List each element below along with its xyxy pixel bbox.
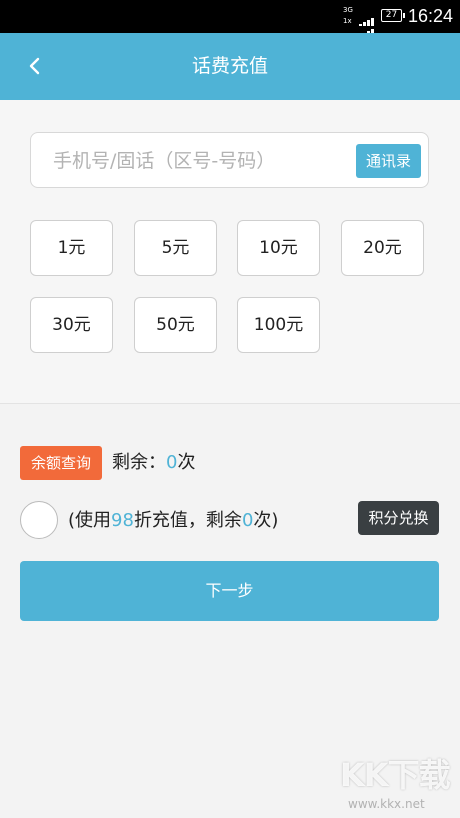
discount-mid: 折充值，剩余 [133, 510, 242, 531]
amount-option-100[interactable]: 100元 [237, 297, 320, 353]
amount-option-50[interactable]: 50元 [134, 297, 217, 353]
phone-input-box: 通讯录 [30, 132, 429, 188]
watermark-url: www.kkx.net [348, 797, 425, 811]
remaining-count: 0 [166, 452, 178, 473]
remaining-suffix: 次 [177, 452, 196, 473]
watermark-logo: KK下载 [340, 756, 451, 794]
points-exchange-button[interactable]: 积分兑换 [358, 501, 439, 535]
phone-number-input[interactable] [51, 143, 355, 179]
back-button[interactable] [20, 51, 50, 81]
watermark: KK下载 www.kkx.net [340, 755, 460, 818]
page-title: 话费充值 [191, 55, 268, 77]
next-step-button[interactable]: 下一步 [20, 561, 439, 621]
discount-rate: 98 [111, 510, 134, 531]
amount-option-30[interactable]: 30元 [30, 297, 113, 353]
amount-option-1[interactable]: 1元 [30, 220, 113, 276]
amount-option-10[interactable]: 10元 [237, 220, 320, 276]
discount-text: (使用98折充值，剩余0次) [68, 504, 278, 538]
network-type-label: 3G [343, 6, 353, 14]
remaining-count-text: 剩余：0次 [112, 446, 195, 480]
discount-radio[interactable] [20, 501, 58, 539]
discount-count: 0 [241, 510, 254, 531]
app-header: 话费充值 [0, 33, 460, 100]
battery-icon: 27 [381, 9, 405, 22]
network-type-label-secondary: 1x [343, 17, 352, 25]
signal-indicator: 3G 1x [343, 6, 375, 37]
remaining-prefix: 剩余： [112, 452, 166, 473]
chevron-left-icon [29, 57, 40, 75]
discount-open: (使用 [68, 510, 112, 531]
balance-query-button[interactable]: 余额查询 [20, 446, 102, 480]
contacts-button[interactable]: 通讯录 [356, 144, 421, 178]
discount-close: 次) [253, 510, 279, 531]
amount-option-20[interactable]: 20元 [341, 220, 424, 276]
status-bar: 3G 1x 27 16:24 [0, 0, 460, 37]
recharge-form: 通讯录 1元 5元 10元 20元 30元 50元 100元 [0, 100, 460, 403]
status-time: 16:24 [408, 6, 454, 26]
amount-option-5[interactable]: 5元 [134, 220, 217, 276]
